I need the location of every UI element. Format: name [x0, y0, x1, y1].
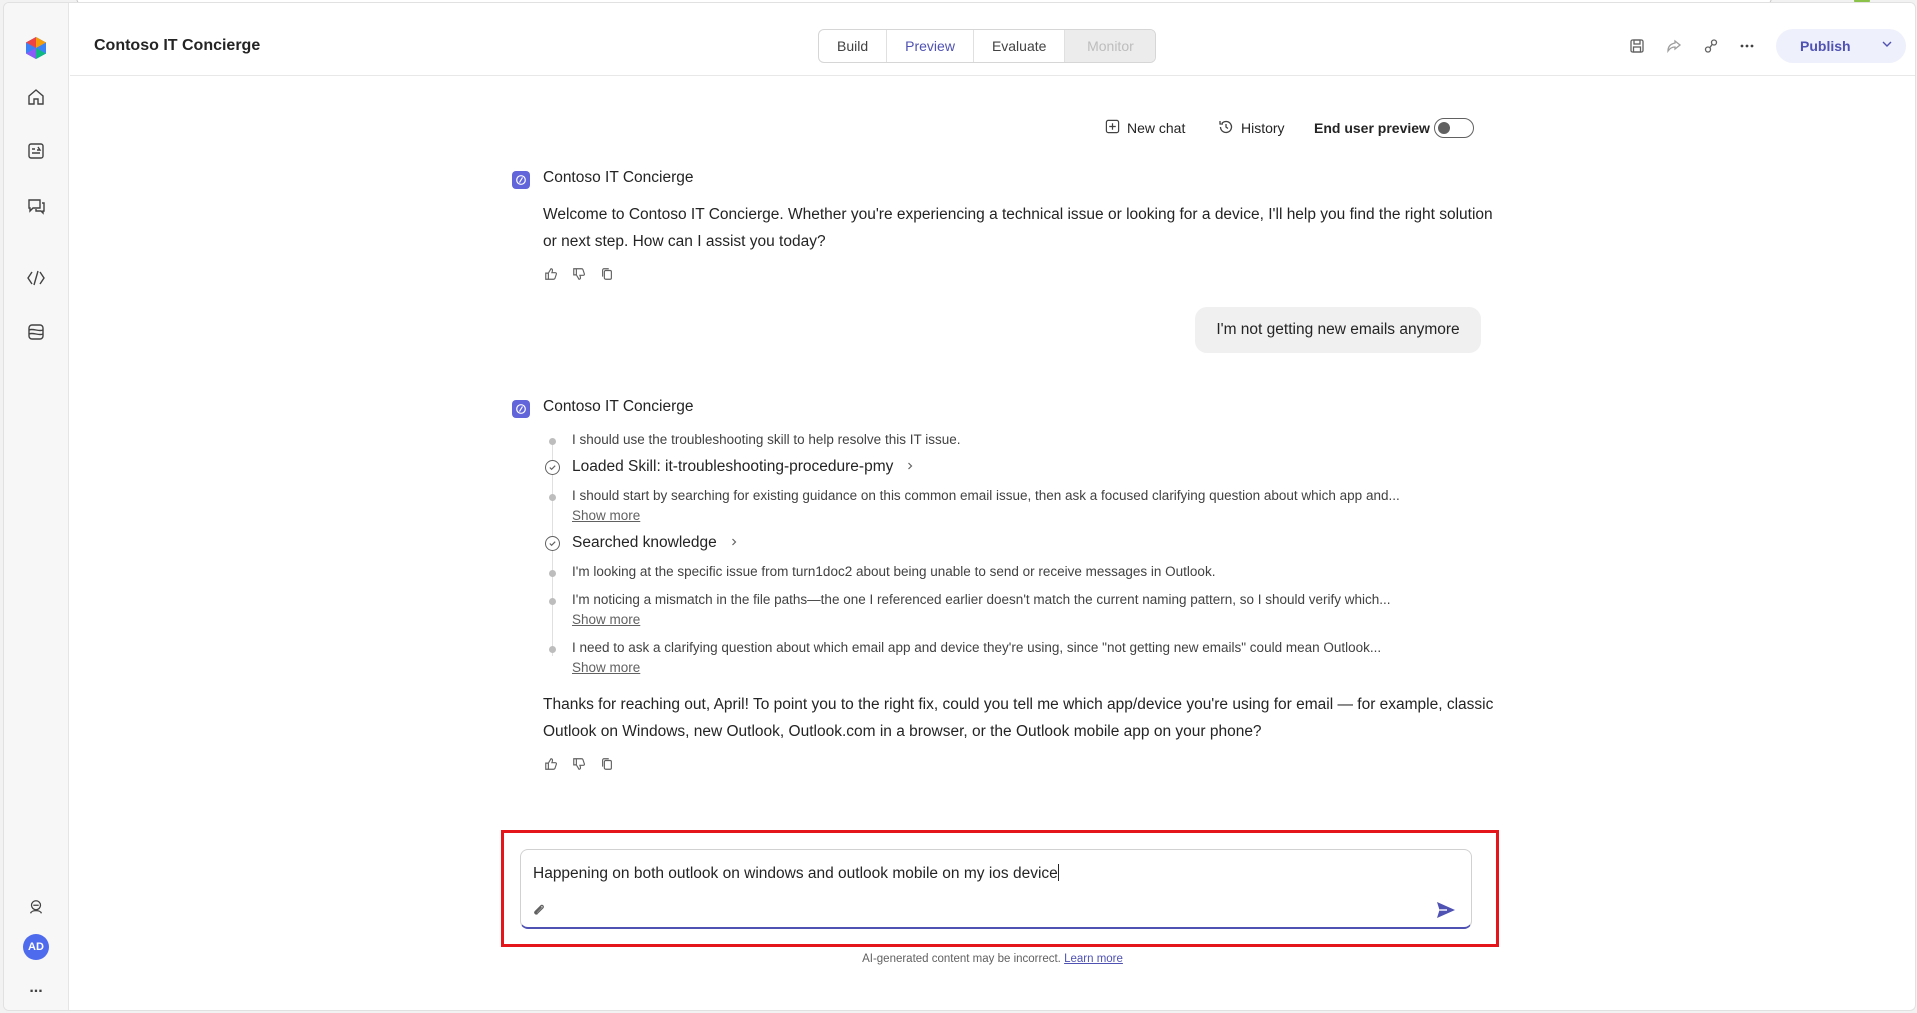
- learn-more-link[interactable]: Learn more: [1064, 953, 1123, 965]
- history-icon: [1218, 119, 1234, 138]
- feedback-bar: [543, 266, 615, 284]
- thumbs-down-icon[interactable]: [571, 756, 587, 772]
- reasoning-dot: [549, 646, 556, 653]
- chat-icon[interactable]: [23, 193, 49, 219]
- reasoning-dot: [549, 570, 556, 577]
- chevron-right-icon: [905, 458, 915, 476]
- bot-avatar-icon: [512, 400, 530, 418]
- end-user-preview-toggle[interactable]: [1434, 118, 1474, 138]
- history-control: History: [1218, 116, 1285, 140]
- user-message: I'm not getting new emails anymore: [1195, 307, 1481, 353]
- reasoning-text: I'm looking at the specific issue from t…: [572, 564, 1216, 579]
- bot-welcome-message: Welcome to Contoso IT Concierge. Whether…: [543, 206, 1493, 250]
- tab-build[interactable]: Build: [819, 30, 888, 62]
- chat-controls: New chat: [1105, 116, 1185, 140]
- reasoning-text: I should use the troubleshooting skill t…: [572, 432, 961, 447]
- more-nav-icon[interactable]: ...: [23, 975, 49, 1001]
- chevron-right-icon: [729, 534, 739, 552]
- toggle-knob: [1438, 122, 1450, 134]
- tab-monitor: Monitor: [1065, 30, 1156, 62]
- agents-icon[interactable]: [23, 138, 49, 164]
- app-window: AD ... Contoso IT Concierge Build Previe…: [3, 2, 1916, 1011]
- composer-input[interactable]: Happening on both outlook on windows and…: [533, 864, 1059, 883]
- save-icon[interactable]: [1628, 37, 1646, 55]
- bot-reply-message: Thanks for reaching out, April! To point…: [543, 696, 1494, 740]
- code-icon[interactable]: [23, 265, 49, 291]
- reasoning-text: I need to ask a clarifying question abou…: [572, 640, 1382, 655]
- show-more-link[interactable]: Show more: [572, 660, 640, 675]
- ai-disclaimer: AI-generated content may be incorrect. L…: [4, 953, 1915, 965]
- new-chat-label: New chat: [1127, 120, 1186, 136]
- send-icon[interactable]: [1436, 901, 1456, 919]
- more-icon[interactable]: [1738, 37, 1756, 55]
- end-user-preview-label: End user preview: [1314, 120, 1430, 136]
- reasoning-dot: [549, 598, 556, 605]
- mode-tabs: Build Preview Evaluate Monitor: [818, 29, 1157, 63]
- tab-preview[interactable]: Preview: [887, 30, 974, 62]
- thumbs-up-icon[interactable]: [543, 756, 559, 772]
- bot-avatar-icon: [512, 171, 530, 189]
- publish-button[interactable]: Publish: [1776, 29, 1906, 63]
- home-icon[interactable]: [23, 84, 49, 110]
- top-header: Contoso IT Concierge Build Preview Evalu…: [70, 3, 1915, 76]
- reasoning-step-loaded-skill[interactable]: Loaded Skill: it-troubleshooting-procedu…: [572, 458, 915, 476]
- reasoning-dot: [549, 438, 556, 445]
- publish-label: Publish: [1800, 38, 1851, 54]
- show-more-link[interactable]: Show more: [572, 508, 640, 523]
- reasoning-text: I should start by searching for existing…: [572, 488, 1400, 503]
- copilot-icon[interactable]: [23, 894, 49, 920]
- composer-input-value: Happening on both outlook on windows and…: [533, 865, 1058, 882]
- reasoning-step-searched-knowledge[interactable]: Searched knowledge: [572, 534, 739, 552]
- message-composer[interactable]: Happening on both outlook on windows and…: [520, 849, 1472, 929]
- new-chat-button[interactable]: New chat: [1105, 119, 1185, 137]
- add-square-icon: [1105, 119, 1120, 137]
- left-nav-rail: AD ...: [4, 3, 69, 1010]
- text-caret: [1057, 864, 1059, 881]
- reasoning-text: I'm noticing a mismatch in the file path…: [572, 592, 1391, 607]
- tab-evaluate[interactable]: Evaluate: [974, 30, 1066, 62]
- bot-name: Contoso IT Concierge: [543, 398, 694, 415]
- copy-icon[interactable]: [599, 266, 615, 282]
- history-button[interactable]: History: [1218, 119, 1285, 138]
- disclaimer-text: AI-generated content may be incorrect.: [862, 953, 1061, 965]
- app-logo-icon[interactable]: [23, 35, 49, 61]
- feedback-bar: [543, 756, 615, 774]
- show-more-link[interactable]: Show more: [572, 612, 640, 627]
- connect-icon[interactable]: [1702, 37, 1720, 55]
- thumbs-up-icon[interactable]: [543, 266, 559, 282]
- bot-name: Contoso IT Concierge: [543, 169, 694, 186]
- check-circle-icon: [545, 460, 560, 475]
- reasoning-step-label: Loaded Skill: it-troubleshooting-procedu…: [572, 458, 894, 475]
- reasoning-step-label: Searched knowledge: [572, 534, 717, 551]
- reasoning-dot: [549, 494, 556, 501]
- check-circle-icon: [545, 536, 560, 551]
- history-label: History: [1241, 120, 1285, 136]
- share-icon[interactable]: [1665, 37, 1683, 55]
- knowledge-icon[interactable]: [23, 319, 49, 345]
- thumbs-down-icon[interactable]: [571, 266, 587, 282]
- agent-title: Contoso IT Concierge: [94, 37, 261, 54]
- chevron-down-icon[interactable]: [1880, 37, 1894, 54]
- copy-icon[interactable]: [599, 756, 615, 772]
- attach-icon[interactable]: [531, 902, 547, 918]
